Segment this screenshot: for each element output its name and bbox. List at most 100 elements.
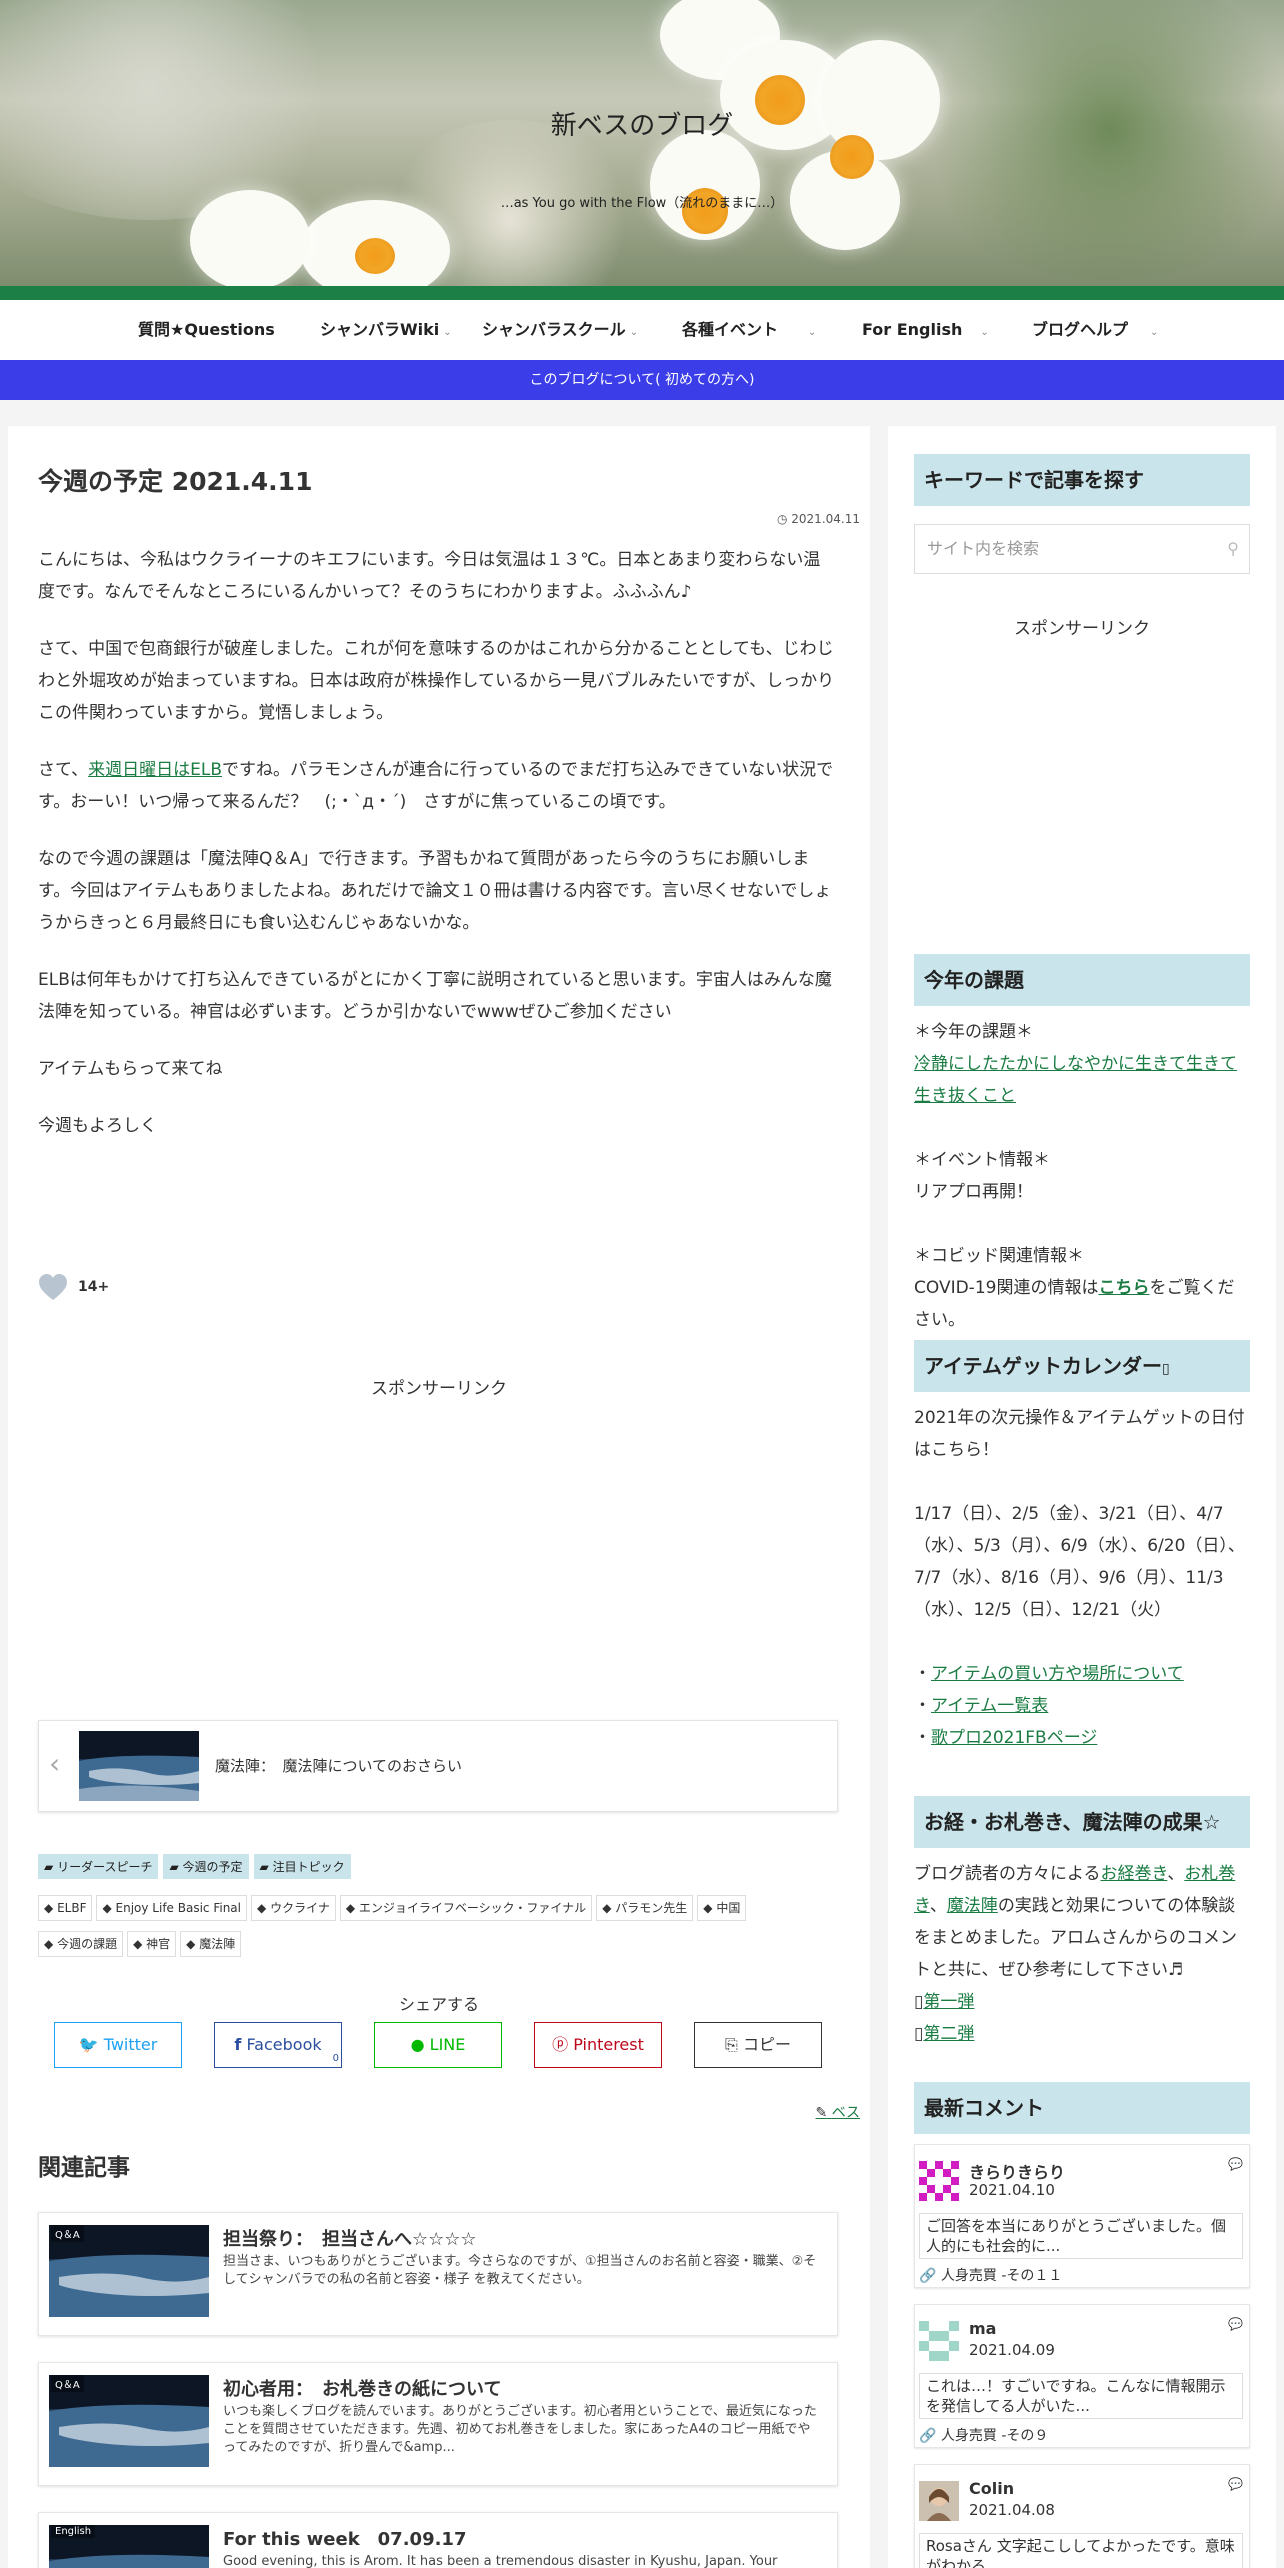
- sidebar-heading-okyo: お経・お札巻き、魔法陣の成果☆: [914, 1796, 1250, 1848]
- sidebar-okyo-text: ブログ読者の方々によるお経巻き、お札巻き、魔法陣の実践と効果についての体験談をま…: [914, 1858, 1250, 2050]
- line-icon: ●: [410, 2035, 425, 2054]
- like-button[interactable]: 14+: [38, 1273, 109, 1301]
- prev-post-card[interactable]: ‹ 魔法陣： 魔法陣についてのおさらい: [38, 1720, 838, 1812]
- tag[interactable]: ◆ ウクライナ: [251, 1895, 336, 1921]
- notice-bar[interactable]: このブログについて( 初めての方へ): [0, 360, 1284, 400]
- link-icon: 🔗: [919, 2428, 937, 2444]
- category-label: 今週の予定: [182, 1860, 243, 1874]
- tag[interactable]: ◆ Enjoy Life Basic Final: [96, 1895, 247, 1921]
- calendar-link[interactable]: アイテムの買い方や場所について: [931, 1664, 1184, 1684]
- nav-item-help[interactable]: ブログヘルプ ⌄: [1032, 300, 1158, 360]
- sidebar-heading-comments: 最新コメント: [914, 2082, 1250, 2134]
- tag-label: 魔法陣: [199, 1937, 236, 1951]
- okyo-link[interactable]: お経巻き: [1101, 1864, 1168, 1884]
- share-copy-button[interactable]: ⎘ コピー: [694, 2022, 822, 2068]
- post-date-text: 2021.04.11: [791, 512, 860, 526]
- calendar-link[interactable]: 歌プロ2021FBページ: [931, 1728, 1097, 1748]
- author-link[interactable]: ✎ ベス: [816, 2102, 860, 2122]
- nav-item-wiki[interactable]: シャンバラWiki ⌄: [320, 300, 452, 360]
- paragraph: 今週もよろしく: [38, 1116, 157, 1136]
- elb-link[interactable]: 来週日曜日はELB: [88, 760, 222, 780]
- search-input[interactable]: サイト内を検索 ⚲: [914, 524, 1250, 574]
- sidebar: キーワードで記事を探す サイト内を検索 ⚲ スポンサーリンク 今年の課題 ＊今年の…: [888, 426, 1276, 2568]
- related-card[interactable]: English For this week 07.09.17 Good even…: [38, 2512, 838, 2568]
- comment-source-title: 人身売買 -その１１: [940, 2268, 1063, 2284]
- share-facebook-button[interactable]: f Facebook 0: [214, 2022, 342, 2068]
- tag[interactable]: ◆ 魔法陣: [180, 1931, 242, 1957]
- tag[interactable]: ◆ エンジョイライフベーシック・ファイナル: [339, 1895, 593, 1921]
- first-volume-link[interactable]: 第一弾: [923, 1992, 974, 2012]
- author-name: ベス: [831, 2105, 860, 2121]
- tag[interactable]: ◆ 神官: [127, 1931, 177, 1957]
- nav-item-label: 各種イベント: [682, 320, 779, 339]
- nav-item-label: シャンバラWiki: [320, 320, 440, 339]
- comment-bubble-icon: 💬: [1228, 2317, 1243, 2331]
- tag[interactable]: ◆ パラモン先生: [596, 1895, 694, 1921]
- sidebar-calendar-text: 2021年の次元操作＆アイテムゲットの日付はこちら！ 1/17（日）、2/5（金…: [914, 1402, 1250, 1754]
- covid-link[interactable]: こちら: [1098, 1278, 1149, 1298]
- okyo-link-item: ▯第一弾: [914, 1986, 1250, 2018]
- related-card[interactable]: Q＆A 担当祭り： 担当さんへ☆☆☆☆ 担当さま、いつもありがとうございます。今…: [38, 2212, 838, 2336]
- search-icon[interactable]: ⚲: [1227, 525, 1239, 573]
- comment-source[interactable]: 🔗 人身売買 -その１１: [919, 2265, 1062, 2285]
- share-line-button[interactable]: ● LINE: [374, 2022, 502, 2068]
- calendar-heading-text: アイテムゲットカレンダー: [924, 1354, 1162, 1378]
- category-tag[interactable]: ▰ 注目トピック: [253, 1854, 351, 1879]
- tag-icon: ◆: [44, 1937, 54, 1951]
- site-title[interactable]: 新ベスのブログ: [0, 105, 1284, 142]
- mahoujin-link[interactable]: 魔法陣: [947, 1896, 998, 1916]
- share-label-text: LINE: [429, 2035, 466, 2054]
- nav-item-label: シャンバラスクール: [482, 320, 626, 339]
- comment-source-title: 人身売買 -その９: [940, 2428, 1049, 2444]
- copy-icon: ⎘: [725, 2035, 738, 2054]
- tag-icon: ◆: [345, 1901, 356, 1915]
- tag-label: 今週の課題: [57, 1937, 118, 1951]
- share-label-text: Facebook: [246, 2035, 322, 2054]
- nav-item-events[interactable]: 各種イベント ⌄: [682, 300, 816, 360]
- second-volume-link[interactable]: 第二弾: [923, 2024, 974, 2044]
- related-title: For this week 07.09.17: [223, 2529, 467, 2550]
- nav-item-school[interactable]: シャンバラスクール ⌄: [482, 300, 638, 360]
- category-tag[interactable]: ▰ リーダースピーチ: [38, 1854, 159, 1879]
- article: 今週の予定 2021.4.11 ◷ 2021.04.11 こんにちは、今私はウク…: [8, 426, 870, 2568]
- paragraph: なので今週の課題は「魔法陣Q＆A」で行きます。予習もかねて質問があったら今のうち…: [38, 849, 832, 933]
- tag[interactable]: ◆ 中国: [697, 1895, 747, 1921]
- tag[interactable]: ◆ ELBF: [38, 1895, 93, 1921]
- share-twitter-button[interactable]: 🐦 Twitter: [54, 2022, 182, 2068]
- event-text: リアプロ再開！: [914, 1182, 1033, 1202]
- folder-icon: ▰: [44, 1860, 54, 1874]
- comment-card[interactable]: きらりきらり 2021.04.10 💬 ご回答を本当にありがとうございました。個…: [914, 2144, 1250, 2288]
- tag-icon: ◆: [186, 1937, 196, 1951]
- text: さて、: [38, 760, 89, 780]
- sidebar-kadai-text: ＊今年の課題＊ 冷静にしたたかにしなやかに生きて生きて生き抜くこと ＊イベント情…: [914, 1016, 1250, 1336]
- sidebar-heading-search: キーワードで記事を探す: [914, 454, 1250, 506]
- comment-author: ma: [969, 2319, 997, 2338]
- kadai-link[interactable]: 冷静にしたたかにしなやかに生きて生きて生き抜くこと: [914, 1054, 1237, 1106]
- share-pinterest-button[interactable]: ⓟ Pinterest: [534, 2022, 662, 2068]
- text: 、: [1167, 1864, 1185, 1884]
- link-icon: 🔗: [919, 2268, 937, 2284]
- pencil-icon: ✎: [815, 2105, 828, 2121]
- folder-icon: ▰: [259, 1860, 269, 1874]
- link-icon: ▯: [914, 1992, 924, 2012]
- category-list: ▰ リーダースピーチ ▰ 今週の予定 ▰ 注目トピック: [38, 1854, 356, 1879]
- comment-card[interactable]: Colin 2021.04.08 💬 Rosaさん 文字起こししてよかったです。…: [914, 2464, 1250, 2568]
- tag[interactable]: ◆ 今週の課題: [38, 1931, 124, 1957]
- comment-date: 2021.04.09: [969, 2341, 1055, 2359]
- tag-icon: ◆: [703, 1901, 713, 1915]
- nav-item-label: ブログヘルプ: [1032, 320, 1129, 339]
- calendar-link[interactable]: アイテム一覧表: [931, 1696, 1048, 1716]
- comment-card[interactable]: ma 2021.04.09 💬 これは…！すごいですね。こんなに情報開示を発信し…: [914, 2304, 1250, 2448]
- nav-item-questions[interactable]: 質問★Questions: [138, 300, 275, 360]
- like-count: 14+: [78, 1279, 110, 1295]
- chevron-down-icon: ⌄: [629, 327, 639, 338]
- calendar-intro: 2021年の次元操作＆アイテムゲットの日付はこちら！: [914, 1408, 1245, 1460]
- comment-source[interactable]: 🔗 人身売買 -その９: [919, 2425, 1048, 2445]
- related-title: 担当祭り： 担当さんへ☆☆☆☆: [223, 2229, 477, 2250]
- category-tag[interactable]: ▰ 今週の予定: [163, 1854, 249, 1879]
- nav-item-english[interactable]: For English ⌄: [862, 300, 989, 360]
- avatar: [919, 2481, 959, 2521]
- related-card[interactable]: Q＆A 初心者用： お札巻きの紙について いつも楽しくブログを読んでいます。あり…: [38, 2362, 838, 2486]
- text: ブログ読者の方々による: [914, 1864, 1101, 1884]
- okyo-link-item: ▯第二弾: [914, 2018, 1250, 2050]
